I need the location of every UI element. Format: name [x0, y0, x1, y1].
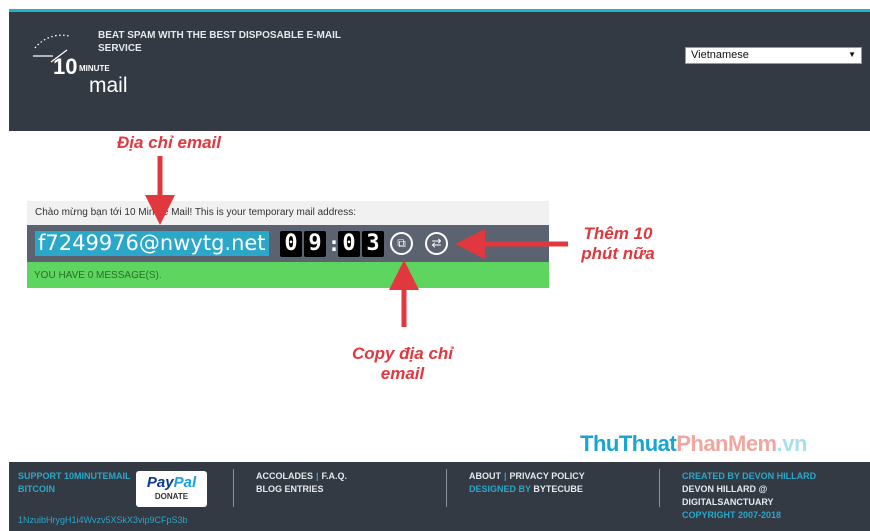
watermark-part: PhanMem [676, 431, 777, 456]
paypal-donate-button[interactable]: PayPal DONATE [136, 471, 207, 507]
faq-link[interactable]: F.A.Q. [322, 471, 348, 481]
blog-link[interactable]: BLOG ENTRIES [256, 483, 347, 496]
accolades-link[interactable]: ACCOLADES [256, 471, 313, 481]
bitcoin-address[interactable]: 1NzuibHrygH1i4Wvzv5XSkX3vip9CFpS3b [18, 514, 188, 527]
support-link[interactable]: SUPPORT 10MINUTEMAIL [18, 470, 131, 483]
footer-divider [233, 469, 234, 507]
about-link[interactable]: ABOUT [469, 471, 501, 481]
devon-link[interactable]: DEVON HILLARD @ [682, 483, 816, 496]
copyright-text: COPYRIGHT 2007-2018 [682, 510, 782, 520]
footer-links-2: ABOUT | PRIVACY POLICY DESIGNED BY BYTECUB… [469, 470, 585, 496]
privacy-link[interactable]: PRIVACY POLICY [510, 471, 585, 481]
footer-divider [446, 469, 447, 507]
page: 10 MINUTE mail BEAT SPAM WITH THE BEST D… [0, 0, 870, 531]
paypal-logo: PayPal [146, 474, 197, 491]
watermark-part: .vn [776, 431, 808, 456]
donate-label: DONATE [154, 492, 189, 501]
footer-links-1: ACCOLADES | F.A.Q. BLOG ENTRIES [256, 470, 347, 496]
footer-credits: CREATED BY DEVON HILLARD DEVON HILLARD @… [682, 470, 816, 522]
created-by-text: CREATED BY DEVON HILLARD [682, 471, 817, 481]
site-footer: SUPPORT 10MINUTEMAIL BITCOIN PayPal DONA… [9, 462, 870, 531]
bitcoin-link[interactable]: BITCOIN [18, 483, 131, 496]
watermark: ThuThuatPhanMem.vn [580, 431, 807, 457]
separator: | [504, 471, 507, 481]
digitalsanctuary-link[interactable]: DIGITALSANCTUARY [682, 496, 816, 509]
annotation-add-time: Thêm 10 phút nữa [581, 224, 655, 263]
designed-by-label: DESIGNED BY [469, 484, 531, 494]
annotation-email: Địa chỉ email [117, 133, 221, 152]
bytecube-link[interactable]: BYTECUBE [533, 484, 583, 494]
separator: | [316, 471, 319, 481]
annotation-copy: Copy địa chỉ email [351, 344, 454, 383]
footer-support: SUPPORT 10MINUTEMAIL BITCOIN [18, 470, 131, 496]
watermark-part: ThuThuat [580, 431, 677, 456]
footer-divider [659, 469, 660, 507]
